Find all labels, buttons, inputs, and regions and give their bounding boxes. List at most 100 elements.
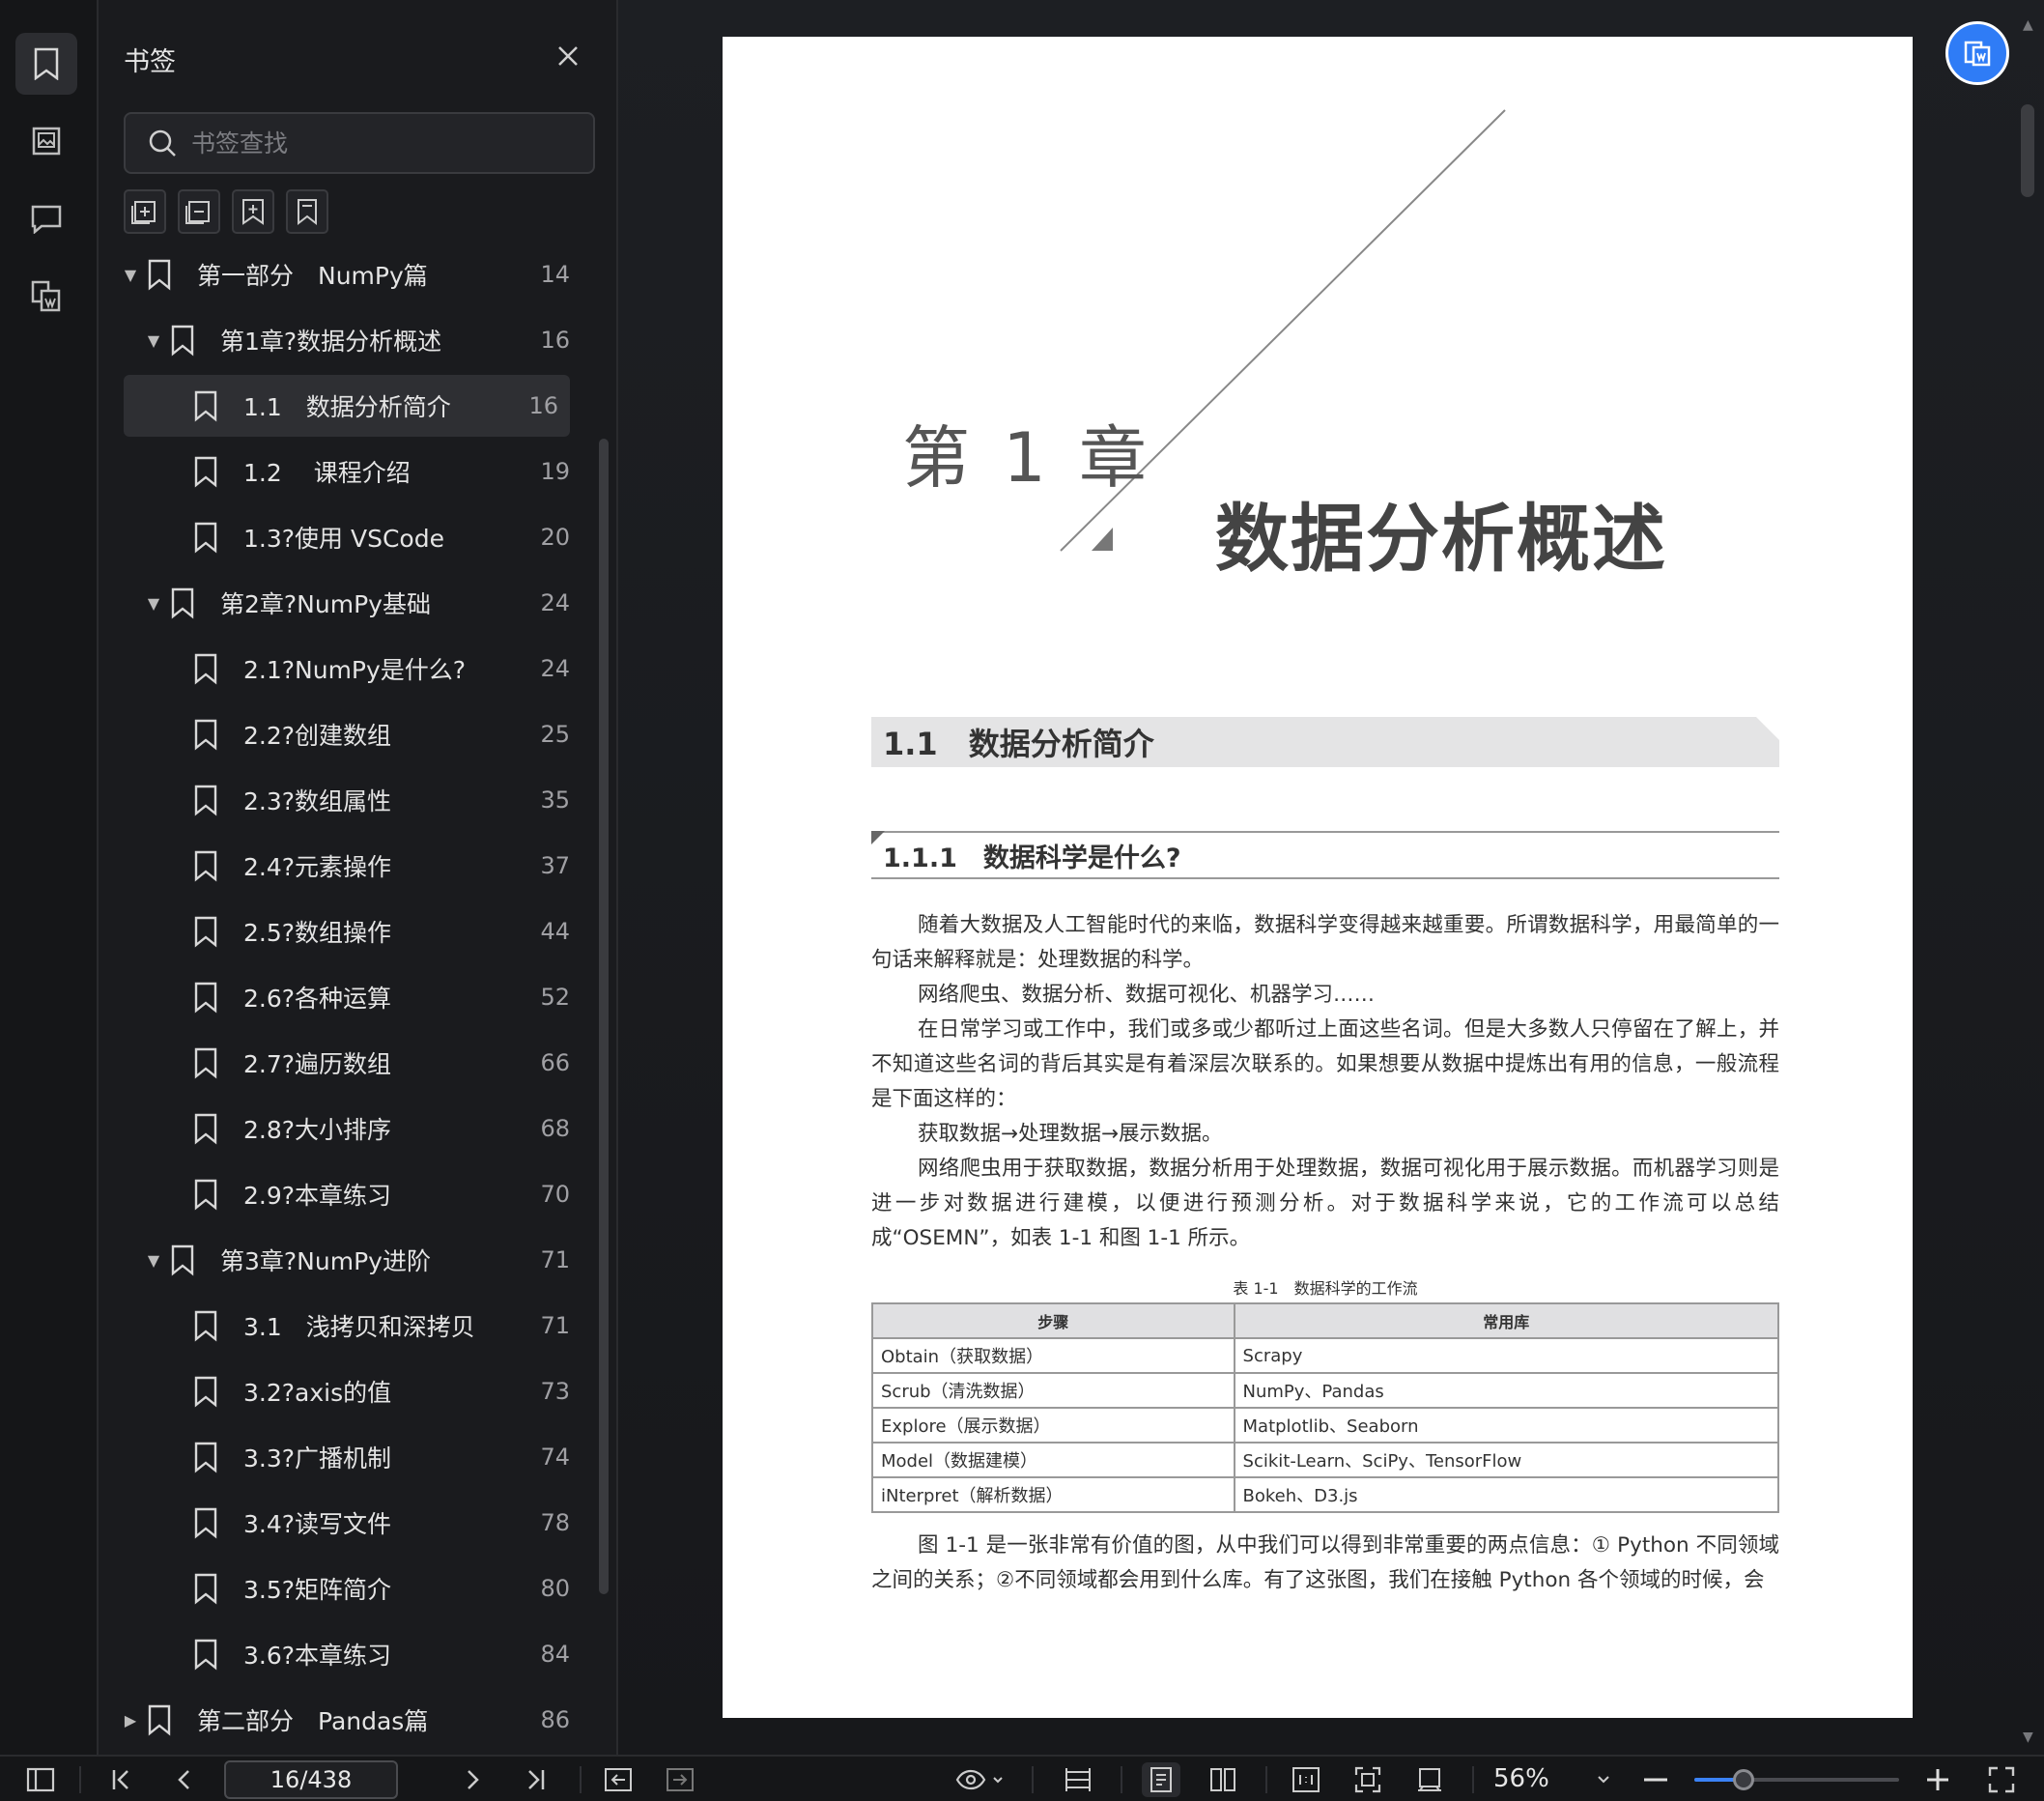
document-scrollbar[interactable] — [2021, 104, 2034, 197]
expand-all-button[interactable] — [124, 189, 166, 234]
separator — [580, 1766, 582, 1793]
add-bookmark-button[interactable] — [232, 189, 274, 234]
bookmark-item[interactable]: 1.2 课程介绍 19 — [99, 441, 582, 502]
scroll-down-arrow[interactable]: ▼ — [2023, 1730, 2033, 1745]
next-page-button[interactable] — [456, 1762, 491, 1797]
read-mode-dropdown[interactable] — [951, 1762, 1008, 1797]
go-back-button[interactable] — [599, 1762, 638, 1797]
workflow-table: 步骤 常用库 Obtain（获取数据） Scrapy Scrub（清洗数据） Num… — [871, 1302, 1780, 1513]
fit-width-button[interactable] — [1059, 1762, 1097, 1797]
collapse-arrow-icon[interactable]: ▼ — [145, 594, 162, 613]
bookmark-item[interactable]: 2.3?数组属性 35 — [99, 769, 582, 831]
bookmark-item[interactable]: 3.2?axis的值 73 — [99, 1360, 582, 1422]
collapse-arrow-icon[interactable]: ▼ — [145, 331, 162, 350]
image-icon — [32, 127, 61, 156]
bookmark-label: 2.3?数组属性 — [243, 787, 392, 815]
bookmark-item[interactable]: 3.6?本章练习 84 — [99, 1623, 582, 1685]
bookmark-item[interactable]: ▼ 第1章?数据分析概述 16 — [99, 309, 582, 371]
previous-page-button[interactable] — [166, 1762, 201, 1797]
page-extract-panel-button[interactable] — [15, 265, 77, 327]
comments-panel-button[interactable] — [15, 187, 77, 249]
collapse-arrow-icon[interactable]: ▼ — [122, 266, 139, 284]
actual-size-button[interactable] — [1287, 1762, 1325, 1797]
toggle-sidebar-button[interactable] — [21, 1762, 60, 1797]
bookmark-item[interactable]: 2.1?NumPy是什么? 24 — [99, 638, 582, 700]
bookmark-item[interactable]: 2.7?遍历数组 66 — [99, 1032, 582, 1094]
table-row: Scrub（清洗数据） NumPy、Pandas — [871, 1372, 1780, 1409]
thumbnail-panel-button[interactable] — [15, 110, 77, 172]
bookmark-search-box[interactable] — [124, 112, 595, 174]
bookmark-page-number: 74 — [540, 1444, 570, 1471]
bookmark-page-number: 78 — [540, 1509, 570, 1536]
bookmark-item[interactable]: 2.5?数组操作 44 — [99, 900, 582, 962]
bookmark-page-number: 44 — [540, 918, 570, 945]
zoom-slider-handle[interactable] — [1732, 1769, 1754, 1790]
bookmark-panel-button[interactable] — [15, 33, 77, 95]
bookmark-panel: 书签 ▼第一部分 NumPy篇14▼第1章?数据分析概述161.1 数据分析简介… — [99, 0, 618, 1755]
fullscreen-button[interactable] — [1984, 1762, 2019, 1797]
single-page-button[interactable] — [1142, 1762, 1180, 1797]
zoom-dropdown-button[interactable] — [1592, 1762, 1615, 1797]
page-copy-icon — [31, 280, 61, 312]
zoom-slider[interactable] — [1694, 1769, 1899, 1790]
panel-title: 书签 — [124, 47, 176, 77]
bookmark-item[interactable]: ▶ 第二部分 Pandas篇 86 — [99, 1689, 582, 1751]
bookmark-item[interactable]: ▼ 第一部分 NumPy篇 14 — [99, 243, 582, 305]
bookmark-item[interactable]: 3.5?矩阵简介 80 — [99, 1558, 582, 1619]
bookmark-icon — [194, 456, 217, 488]
bookmark-item[interactable]: ▼ 第2章?NumPy基础 24 — [99, 572, 582, 634]
bookmark-item[interactable]: 2.6?各种运算 52 — [99, 966, 582, 1028]
bookmark-icon — [194, 850, 217, 882]
bookmark-item[interactable]: 3.3?广播机制 74 — [99, 1426, 582, 1488]
two-page-button[interactable] — [1204, 1762, 1242, 1797]
bookmark-label: 第3章?NumPy进阶 — [220, 1247, 431, 1275]
bookmark-item[interactable]: 1.1 数据分析简介 16 — [124, 375, 570, 437]
zoom-out-button[interactable] — [1640, 1762, 1671, 1797]
last-page-button[interactable] — [518, 1762, 553, 1797]
separator — [1472, 1766, 1474, 1793]
first-page-button[interactable] — [104, 1762, 139, 1797]
corner-mark — [871, 831, 885, 844]
bookmark-icon — [34, 47, 59, 80]
close-panel-button[interactable] — [553, 41, 583, 71]
scroll-up-arrow[interactable]: ▲ — [2023, 17, 2033, 33]
rotate-page-button[interactable] — [1410, 1762, 1449, 1797]
bookmark-item[interactable]: 2.4?元素操作 37 — [99, 835, 582, 897]
page-number-input[interactable]: 16/438 — [224, 1760, 398, 1799]
bookmark-page-number: 37 — [540, 852, 570, 879]
bookmark-current-button[interactable] — [286, 189, 328, 234]
bookmark-page-number: 24 — [540, 589, 570, 616]
fit-page-button[interactable] — [1348, 1762, 1387, 1797]
bookmark-item[interactable]: 1.3?使用 VSCode 20 — [99, 506, 582, 568]
go-forward-button[interactable] — [661, 1762, 699, 1797]
expand-arrow-icon[interactable]: ▶ — [122, 1711, 139, 1730]
bookmark-page-number: 68 — [540, 1115, 570, 1142]
bookmark-icon — [171, 587, 194, 619]
bookmark-item[interactable]: 3.4?读写文件 78 — [99, 1492, 582, 1554]
bookmark-label: 3.6?本章练习 — [243, 1642, 392, 1670]
bookmark-item[interactable]: ▼ 第3章?NumPy进阶 71 — [99, 1229, 582, 1291]
two-page-icon — [1210, 1768, 1235, 1791]
zoom-in-button[interactable] — [1922, 1762, 1953, 1797]
floating-translate-button[interactable] — [1945, 21, 2009, 85]
table-row: Model（数据建模） Scikit-Learn、SciPy、TensorFlow — [871, 1442, 1780, 1478]
bookmark-item[interactable]: 2.2?创建数组 25 — [99, 703, 582, 765]
subsection-title: 1.1.1 数据科学是什么? — [883, 843, 1181, 873]
back-icon — [605, 1768, 632, 1791]
bookmark-page-number: 84 — [540, 1641, 570, 1668]
document-viewport[interactable]: 第 1 章 数据分析概述 1.1 数据分析简介 1.1.1 数据科学是什么? 随… — [618, 0, 2044, 1755]
zoom-level[interactable]: 56% — [1493, 1764, 1549, 1793]
bookmark-item[interactable]: 2.8?大小排序 68 — [99, 1098, 582, 1159]
bookmark-item[interactable]: 3.1 浅拷贝和深拷贝 71 — [99, 1295, 582, 1357]
table-row: Obtain（获取数据） Scrapy — [871, 1337, 1780, 1374]
bookmark-label: 2.4?元素操作 — [243, 853, 392, 881]
collapse-all-button[interactable] — [178, 189, 220, 234]
bookmark-scrollbar[interactable] — [599, 439, 609, 1594]
translate-icon — [1964, 41, 1991, 67]
bookmark-page-number: 16 — [540, 327, 570, 354]
bookmark-search-input[interactable] — [191, 129, 578, 157]
separator — [1265, 1766, 1267, 1793]
table-cell: Explore（展示数据） — [871, 1407, 1235, 1444]
collapse-arrow-icon[interactable]: ▼ — [145, 1251, 162, 1270]
bookmark-item[interactable]: 2.9?本章练习 70 — [99, 1163, 582, 1225]
